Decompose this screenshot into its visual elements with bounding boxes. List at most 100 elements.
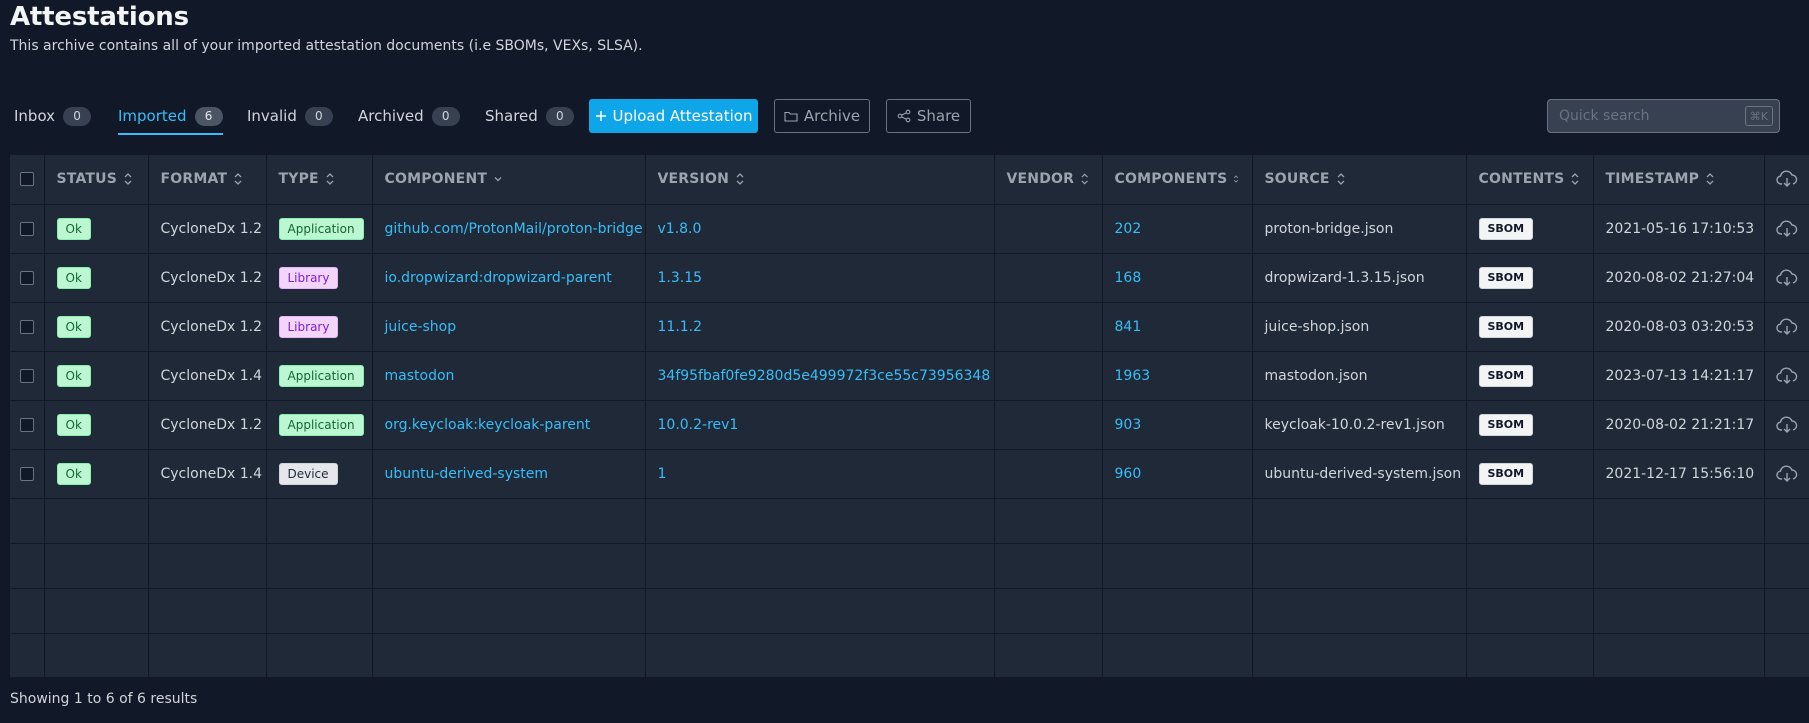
version-link[interactable]: 1 [658, 466, 667, 482]
status-badge: Ok [56, 315, 91, 338]
component-link[interactable]: juice-shop [385, 319, 457, 335]
component-link[interactable]: github.com/ProtonMail/proton-bridge [385, 221, 643, 237]
tab-inbox[interactable]: Inbox 0 [14, 98, 92, 134]
table-row[interactable]: Ok CycloneDx 1.2 Application github.com/… [10, 204, 1809, 254]
contents-cell: SBOM [1466, 400, 1594, 450]
components-count-link[interactable]: 1963 [1115, 368, 1151, 384]
row-checkbox[interactable] [19, 270, 34, 285]
component-cell: io.dropwizard:dropwizard-parent [372, 253, 646, 303]
select-all-cell [10, 155, 45, 205]
empty-cell [148, 633, 267, 677]
status-cell: Ok [44, 449, 149, 499]
column-label: FORMAT [160, 171, 228, 188]
component-link[interactable]: ubuntu-derived-system [385, 466, 549, 482]
sort-icon [1337, 173, 1345, 186]
column-header-version[interactable]: VERSION [645, 155, 995, 205]
source-cell: ubuntu-derived-system.json [1252, 449, 1467, 499]
share-button[interactable]: Share [886, 99, 971, 133]
row-checkbox[interactable] [19, 466, 34, 481]
components-count-link[interactable]: 202 [1115, 221, 1142, 237]
version-link[interactable]: 1.3.15 [658, 270, 703, 286]
cloud-download-icon[interactable] [1775, 415, 1798, 434]
tab-shared[interactable]: Shared 0 [485, 98, 574, 134]
column-header-component[interactable]: COMPONENT [372, 155, 646, 205]
cloud-download-icon[interactable] [1775, 366, 1798, 385]
column-label: TYPE [278, 171, 319, 188]
empty-cell [44, 543, 149, 589]
empty-cell [1764, 633, 1809, 677]
version-link[interactable]: 10.0.2-rev1 [658, 417, 739, 433]
cloud-download-icon[interactable] [1775, 317, 1798, 336]
empty-cell [266, 498, 373, 544]
row-checkbox[interactable] [19, 319, 34, 334]
archive-button[interactable]: Archive [774, 99, 870, 133]
tab-label: Archived [358, 107, 424, 125]
download-cell [1764, 253, 1809, 303]
column-header-type[interactable]: TYPE [266, 155, 373, 205]
tab-label: Inbox [14, 107, 56, 125]
download-cell [1764, 351, 1809, 401]
row-checkbox[interactable] [19, 221, 34, 236]
type-cell: Device [266, 449, 373, 499]
column-label: STATUS [56, 171, 117, 188]
row-checkbox[interactable] [19, 368, 34, 383]
column-header-vendor[interactable]: VENDOR [994, 155, 1103, 205]
type-cell: Application [266, 400, 373, 450]
cloud-download-icon[interactable] [1775, 170, 1798, 188]
components-count-link[interactable]: 841 [1115, 319, 1142, 335]
column-header-components[interactable]: COMPONENTS [1102, 155, 1253, 205]
components-count-link[interactable]: 903 [1115, 417, 1142, 433]
table-row[interactable]: Ok CycloneDx 1.4 Application mastodon 34… [10, 351, 1809, 401]
empty-cell [1252, 543, 1467, 589]
components-cell: 202 [1102, 204, 1253, 254]
column-header-source[interactable]: SOURCE [1252, 155, 1467, 205]
empty-cell [645, 543, 995, 589]
components-cell: 168 [1102, 253, 1253, 303]
sort-icon [1572, 173, 1579, 186]
column-header-timestamp[interactable]: TIMESTAMP [1593, 155, 1765, 205]
tab-count-badge: 0 [431, 106, 460, 126]
version-link[interactable]: v1.8.0 [658, 221, 702, 237]
column-label: TIMESTAMP [1605, 171, 1700, 188]
components-count-link[interactable]: 960 [1115, 466, 1142, 482]
empty-cell [1252, 498, 1467, 544]
format-cell: CycloneDx 1.2 [148, 400, 267, 450]
table-row[interactable]: Ok CycloneDx 1.2 Library io.dropwizard:d… [10, 253, 1809, 303]
component-link[interactable]: io.dropwizard:dropwizard-parent [385, 270, 612, 286]
tab-archived[interactable]: Archived 0 [358, 98, 460, 134]
select-all-checkbox[interactable] [19, 172, 34, 187]
table-row[interactable]: Ok CycloneDx 1.2 Application org.keycloa… [10, 400, 1809, 450]
component-link[interactable]: mastodon [385, 368, 455, 384]
download-cell [1764, 400, 1809, 450]
column-label: VENDOR [1006, 171, 1075, 188]
tab-invalid[interactable]: Invalid 0 [247, 98, 333, 134]
column-header-status[interactable]: STATUS [44, 155, 149, 205]
version-link[interactable]: 11.1.2 [658, 319, 703, 335]
toolbar: Inbox 0 Imported 6 Invalid 0 Archived 0 … [0, 98, 1809, 138]
version-cell: 10.0.2-rev1 [645, 400, 995, 450]
cloud-download-icon[interactable] [1775, 464, 1798, 483]
upload-attestation-button[interactable]: Upload Attestation [589, 99, 758, 133]
empty-cell [994, 543, 1103, 589]
component-link[interactable]: org.keycloak:keycloak-parent [385, 417, 591, 433]
table-row[interactable]: Ok CycloneDx 1.2 Library juice-shop 11.1… [10, 302, 1809, 352]
table-row[interactable]: Ok CycloneDx 1.4 Device ubuntu-derived-s… [10, 449, 1809, 499]
type-badge: Library [278, 266, 339, 289]
column-header-contents[interactable]: CONTENTS [1466, 155, 1594, 205]
type-cell: Library [266, 302, 373, 352]
vendor-cell [994, 449, 1103, 499]
timestamp-cell: 2021-12-17 15:56:10 [1593, 449, 1765, 499]
column-header-format[interactable]: FORMAT [148, 155, 267, 205]
empty-row [10, 588, 1809, 634]
cloud-download-icon[interactable] [1775, 219, 1798, 238]
component-cell: ubuntu-derived-system [372, 449, 646, 499]
components-count-link[interactable]: 168 [1115, 270, 1142, 286]
empty-cell [266, 633, 373, 677]
column-label: VERSION [657, 171, 729, 188]
tab-imported[interactable]: Imported 6 [118, 98, 223, 135]
cloud-download-icon[interactable] [1775, 268, 1798, 287]
archive-label: Archive [803, 107, 861, 125]
version-link[interactable]: 34f95fbaf0fe9280d5e499972f3ce55c73956348 [658, 368, 991, 384]
tab-count-badge: 6 [194, 106, 223, 126]
row-checkbox[interactable] [19, 417, 34, 432]
